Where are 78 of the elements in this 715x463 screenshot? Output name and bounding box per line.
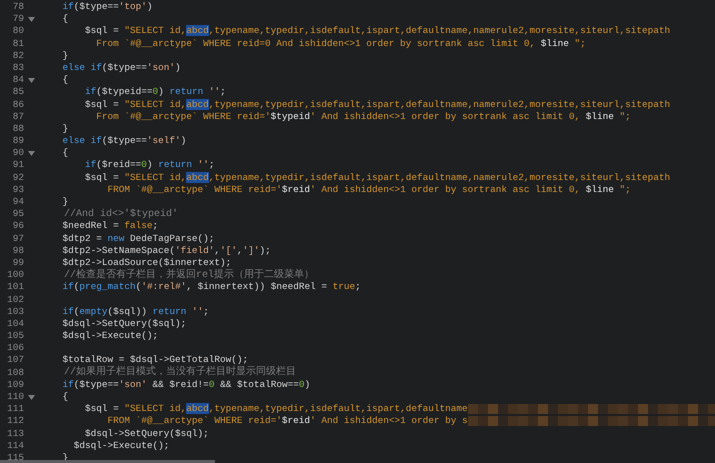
line-number: 113 [6, 428, 24, 440]
code-line: $dsql->SetQuery($sql); [84, 428, 209, 440]
code-line: { [62, 147, 68, 160]
code-line: if($type=='top') [62, 1, 153, 14]
code-line: { [62, 13, 68, 26]
line-number: 90 [12, 147, 24, 160]
code-line: //And id<>'$typeid' [63, 208, 178, 221]
code-line: $sql = "SELECT id,abcd,typename,typedir,isdefault,ispart,defaultname [84, 403, 468, 416]
line-number: 102 [6, 294, 24, 306]
line-number: 110 [6, 391, 24, 404]
code-line: if($type=='son' && $reid!=0 && $totalRow==0) [62, 378, 310, 392]
line-number: 85 [12, 86, 24, 99]
line-number: 105 [6, 330, 24, 342]
code-line: //检查是否有子栏目，并返回rel提示（用于二级菜单） [63, 268, 314, 282]
line-number: 89 [12, 135, 24, 148]
code-line: } [62, 196, 68, 208]
code-line: FROM `#@__arctype` WHERE reid='$reid' And ishidden<>1 order by sortrank asc limit 0, $line "; [106, 184, 631, 196]
code-line: if(empty($sql)) return ''; [62, 306, 209, 318]
line-number: 103 [6, 306, 24, 318]
code-line: $dsql->Execute(); [72, 440, 170, 452]
line-number: 87 [12, 110, 24, 123]
code-line: $dsql->Execute(); [62, 330, 158, 342]
line-number: 78 [12, 1, 24, 14]
line-number: 111 [6, 403, 24, 416]
line-number: 95 [12, 208, 24, 220]
line-number: 100 [6, 269, 24, 282]
line-number: 108 [6, 366, 24, 379]
code-line: $dsql->SetQuery($sql); [62, 318, 186, 330]
line-number: 83 [12, 62, 24, 74]
line-number: 94 [12, 196, 24, 208]
line-number: 92 [12, 172, 24, 184]
fold-triangle-icon[interactable] [28, 150, 35, 156]
fold-triangle-icon[interactable] [28, 78, 35, 83]
line-number: 86 [12, 98, 24, 111]
code-line: $dtp2->LoadSource($innertext); [62, 256, 232, 268]
code-line: $totalRow = $dsql->GetTotalRow(); [62, 354, 248, 366]
fold-triangle-icon[interactable] [28, 16, 35, 22]
code-line: else if($type=='son') [62, 62, 181, 74]
line-number: 114 [6, 440, 24, 452]
code-line: $dtp2 = new DedeTagParse(); [62, 232, 214, 245]
line-number: 82 [12, 50, 24, 62]
line-number: 109 [6, 378, 24, 392]
code-line: if($reid==0) return ''; [84, 159, 214, 172]
line-number: 81 [12, 38, 24, 50]
code-line: } [62, 50, 68, 62]
line-number: 99 [12, 256, 24, 270]
line-number: 106 [6, 342, 24, 354]
fold-triangle-icon[interactable] [28, 394, 35, 400]
code-line: $sql = "SELECT id,abcd,typename,typedir,isdefault,ispart,defaultname,namerule2,moresite,siteurl,sitepath [84, 25, 670, 38]
code-line: $sql = "SELECT id,abcd,typename,typedir,isdefault,ispart,defaultname,namerule2,moresite,siteurl,sitepath [84, 172, 670, 184]
code-line: } [62, 122, 68, 136]
code-line: From `#@__arctype` WHERE reid=0 And ishidden<>1 order by sortrank asc limit 0, $line "; [95, 38, 586, 50]
code-line: if(preg_match('#:rel#', $innertext)) $needRel = true; [62, 281, 361, 294]
line-number: 101 [6, 281, 24, 294]
code-line: { [62, 391, 68, 404]
line-number: 104 [6, 318, 24, 330]
line-number: 79 [12, 13, 24, 26]
code-line: $sql = "SELECT id,abcd,typename,typedir,isdefault,ispart,defaultname,namerule2,moresite,siteurl,sitepath [84, 98, 670, 111]
code-line: $dtp2->SetNameSpace('field','[',']'); [62, 244, 271, 257]
line-number: 112 [6, 415, 24, 428]
line-number: 91 [12, 159, 24, 172]
line-number: 93 [12, 184, 24, 196]
line-number: 98 [12, 244, 24, 257]
code-line: FROM `#@__arctype` WHERE reid='$reid' And ishidden<>1 order by s [106, 415, 468, 428]
code-line: else if($type=='self') [62, 135, 186, 148]
line-number: 96 [12, 220, 24, 233]
code-line: //如果用子栏目模式，当没有子栏目时显示同级栏目 [63, 366, 296, 380]
line-number: 80 [12, 25, 24, 38]
line-number: 115 [6, 452, 24, 463]
line-number: 84 [12, 74, 24, 86]
horizontal-scrollbar[interactable] [0, 460, 215, 463]
code-line: if($typeid==0) return ''; [84, 86, 226, 99]
code-line: From `#@__arctype` WHERE reid='$typeid' And ishidden<>1 order by sortrank asc limit 0, $line "; [95, 110, 631, 123]
code-line: { [62, 74, 68, 86]
code-line: $needRel = false; [62, 220, 158, 233]
line-number: 107 [6, 354, 24, 367]
line-number: 97 [12, 232, 24, 245]
line-number: 88 [12, 122, 24, 136]
